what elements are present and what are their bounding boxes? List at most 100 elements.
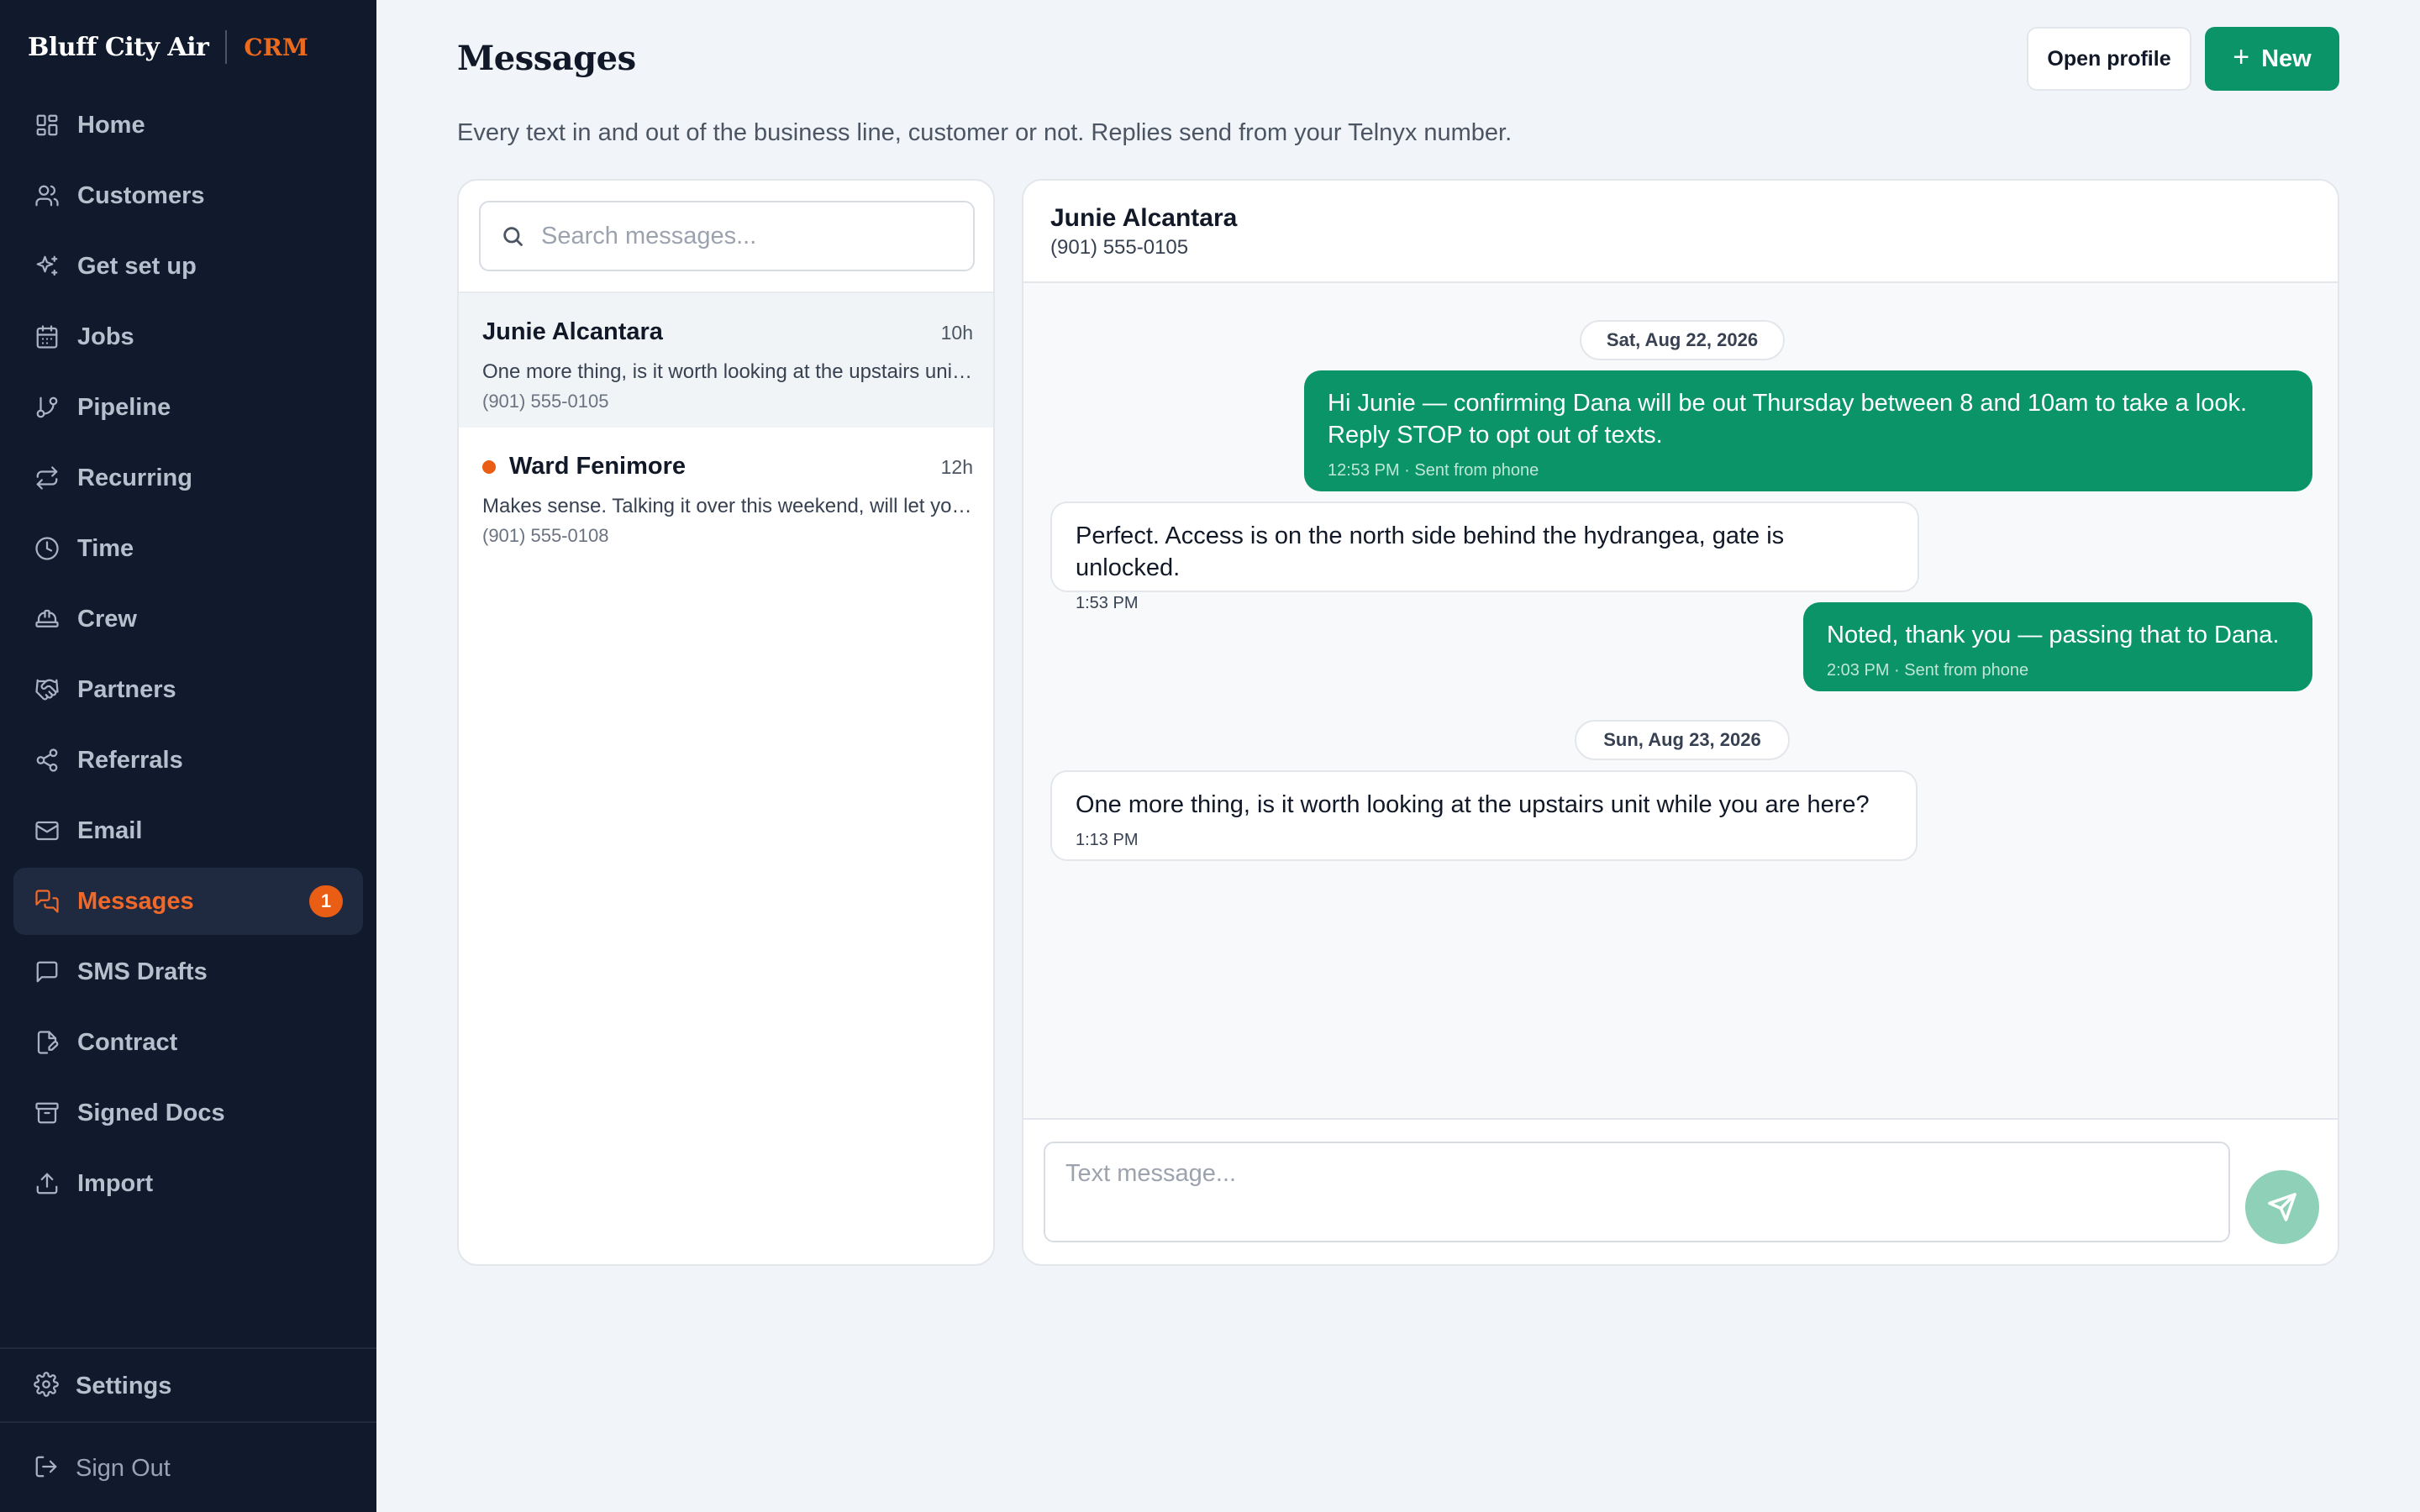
sidebar-item-label: Settings [76,1372,172,1399]
sidebar-item-label: Home [77,111,145,139]
message-meta: 1:53 PM [1076,594,1139,612]
date-separator: Sat, Aug 22, 2026 [1580,320,1785,360]
archive-icon [34,1100,60,1126]
sidebar-item-sms-drafts[interactable]: SMS Drafts [13,938,363,1005]
sidebar: Bluff City Air CRM Home Customers Get se… [0,0,376,1512]
thread-header: Junie Alcantara (901) 555-0105 [1023,181,2338,283]
conversation-phone: (901) 555-0105 [482,391,609,412]
repeat-icon [34,465,60,491]
open-profile-button[interactable]: Open profile [2027,27,2191,91]
sidebar-divider [0,1421,376,1423]
sidebar-item-messages[interactable]: Messages 1 [13,868,363,935]
message-meta: 2:03 PM · Sent from phone [1827,661,2029,680]
sidebar-item-customers[interactable]: Customers [13,162,363,229]
grid-icon [34,112,60,139]
new-button-label: New [2261,45,2312,72]
sidebar-item-signed-docs[interactable]: Signed Docs [13,1079,363,1147]
sidebar-item-label: Crew [77,605,137,633]
sidebar-item-home[interactable]: Home [13,92,363,159]
sidebar-item-crew[interactable]: Crew [13,585,363,653]
search-field[interactable] [479,201,975,271]
message-square-icon [34,958,60,985]
thread-contact-phone: (901) 555-0105 [1050,236,1189,259]
sidebar-item-referrals[interactable]: Referrals [13,727,363,794]
message-bubble-incoming: Perfect. Access is on the north side beh… [1050,501,1919,612]
unread-dot-icon [482,459,496,474]
sidebar-item-label: Pipeline [77,393,171,421]
sidebar-item-label: Contract [77,1028,178,1056]
conversation-time: 10h [940,322,973,344]
upload-icon [34,1170,60,1197]
share-icon [34,747,60,774]
message-meta: 12:53 PM · Sent from phone [1328,461,1539,480]
sidebar-item-label: Get set up [77,252,197,280]
sidebar-item-pipeline[interactable]: Pipeline [13,374,363,441]
new-message-button[interactable]: + New [2205,27,2339,91]
brand-name: Bluff City Air [28,32,209,62]
sidebar-item-jobs[interactable]: Jobs [13,303,363,370]
message-text: Perfect. Access is on the north side beh… [1076,522,1785,581]
conversation-phone: (901) 555-0108 [482,525,609,546]
conversation-list: Junie Alcantara 10h One more thing, is i… [457,179,995,1266]
git-branch-icon [34,394,60,421]
sidebar-item-label: Signed Docs [77,1099,225,1126]
sparkles-icon [34,253,60,280]
message-bubble-incoming: One more thing, is it worth looking at t… [1050,770,1918,861]
conversation-preview: One more thing, is it worth looking at t… [482,360,973,383]
conversation-time: 12h [940,456,973,478]
message-text: One more thing, is it worth looking at t… [1076,791,1870,818]
users-icon [34,182,60,209]
message-text: Hi Junie — confirming Dana will be out T… [1328,390,2248,449]
brand-logo[interactable]: Bluff City Air CRM [28,30,308,64]
hard-hat-icon [34,606,60,633]
search-input[interactable] [541,222,961,250]
sign-out-button[interactable]: Sign Out [13,1435,363,1502]
conversation-name: Junie Alcantara [482,318,663,346]
page-title: Messages [457,39,636,78]
contact-name: Ward Fenimore [509,453,687,480]
search-icon [503,227,523,246]
message-meta: 1:13 PM [1076,831,1139,849]
unread-count-badge: 1 [309,885,343,917]
gear-icon [34,1371,59,1401]
file-edit-icon [34,1029,60,1056]
sidebar-item-contract[interactable]: Contract [13,1009,363,1076]
sidebar-item-get-set-up[interactable]: Get set up [13,233,363,300]
sidebar-item-recurring[interactable]: Recurring [13,444,363,512]
sidebar-item-label: SMS Drafts [77,958,208,985]
sidebar-item-label: Messages [77,887,194,915]
date-separator: Sun, Aug 23, 2026 [1575,720,1790,760]
message-bubble-outgoing: Hi Junie — confirming Dana will be out T… [1304,370,2312,491]
contact-name: Junie Alcantara [482,318,663,345]
messages-icon [34,888,60,915]
conversation-item[interactable]: Junie Alcantara 10h One more thing, is i… [459,293,993,428]
conversation-item[interactable]: Ward Fenimore 12h Makes sense. Talking i… [459,428,993,562]
calendar-icon [34,323,60,350]
clock-icon [34,535,60,562]
page-subtitle: Every text in and out of the business li… [457,119,1512,146]
message-bubble-outgoing: Noted, thank you — passing that to Dana.… [1803,602,2312,691]
sidebar-item-label: Email [77,816,143,844]
sidebar-item-settings[interactable]: Settings [13,1352,363,1420]
send-button[interactable] [2245,1170,2319,1244]
thread-contact-name: Junie Alcantara [1050,204,1238,232]
sidebar-item-partners[interactable]: Partners [13,656,363,723]
sidebar-item-label: Partners [77,675,176,703]
sidebar-item-label: Customers [77,181,205,209]
sidebar-item-label: Recurring [77,464,192,491]
sidebar-item-label: Import [77,1169,154,1197]
message-thread: Junie Alcantara (901) 555-0105 Sat, Aug … [1022,179,2339,1266]
sidebar-item-label: Referrals [77,746,183,774]
sidebar-nav: Home Customers Get set up Jobs Pipeline … [13,92,363,1221]
sidebar-item-email[interactable]: Email [13,797,363,864]
conversation-name: Ward Fenimore [482,453,686,480]
sidebar-item-time[interactable]: Time [13,515,363,582]
handshake-icon [34,676,60,703]
message-input[interactable] [1044,1142,2230,1242]
sidebar-divider [0,1347,376,1349]
conversation-preview: Makes sense. Talking it over this weeken… [482,495,973,517]
sidebar-item-import[interactable]: Import [13,1150,363,1217]
sign-out-label: Sign Out [76,1454,171,1482]
sidebar-item-label: Time [77,534,134,562]
plus-icon: + [2233,41,2250,73]
